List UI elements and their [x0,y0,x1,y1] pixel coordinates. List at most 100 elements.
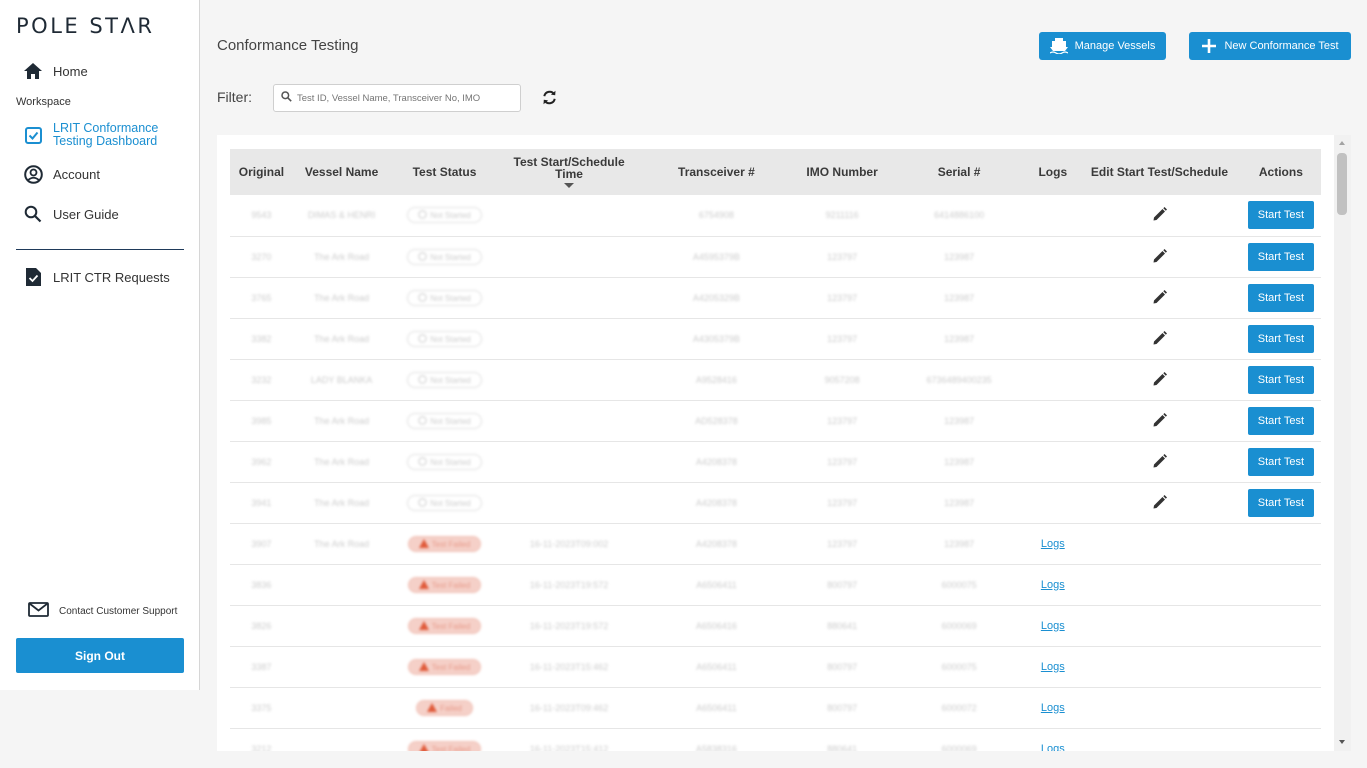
start-test-button[interactable]: Start Test [1247,283,1314,312]
cell-test-status: Not Started [390,195,499,237]
cell-serial: 123987 [890,523,1028,565]
col-serial[interactable]: Serial # [891,149,1028,195]
workspace-section-label: Workspace [16,96,71,108]
cell-serial: 6000075 [890,564,1028,606]
col-imo-number[interactable]: IMO Number [793,149,891,195]
table-row: 3387 Test Failed 16-11-2023T15:462 A6506411… [230,646,1321,688]
cell-test-time [498,441,640,483]
cell-vessel-name: The Ark Road [292,277,391,319]
cell-test-status: Not Started [390,236,499,278]
search-icon [281,89,292,107]
start-test-button[interactable]: Start Test [1247,242,1314,271]
sign-out-button[interactable]: Sign Out [16,638,184,673]
manage-vessels-button[interactable]: Manage Vessels [1039,32,1166,60]
start-test-button[interactable]: Start Test [1247,201,1314,230]
cell-transceiver: A4208378 [639,523,794,565]
pencil-icon[interactable] [1152,453,1168,471]
cell-serial: 123987 [890,318,1028,360]
pencil-icon[interactable] [1152,207,1168,224]
logs-link[interactable]: Logs [1041,538,1065,550]
col-transceiver[interactable]: Transceiver # [640,149,794,195]
cell-transceiver: A6506411 [639,564,794,606]
checkbox-icon [22,124,44,146]
logs-link[interactable]: Logs [1041,579,1065,591]
start-test-button[interactable]: Start Test [1247,365,1314,394]
scroll-thumb[interactable] [1337,153,1347,215]
cell-test-status: Not Started [390,400,499,442]
cell-test-status: Failed [390,687,499,729]
scroll-down-arrow-icon[interactable] [1339,740,1345,744]
tests-table-card: Original Vessel Name Test Status Test St… [217,135,1351,751]
conformance-tests-table: Original Vessel Name Test Status Test St… [230,149,1321,751]
pole-star-logo[interactable]: POLE STΛR [16,14,154,38]
table-scrollbar[interactable] [1334,135,1351,751]
pencil-icon[interactable] [1152,248,1168,266]
col-edit-start[interactable]: Edit Start Test/Schedule [1078,149,1241,195]
new-conformance-test-button[interactable]: New Conformance Test [1189,32,1351,60]
table-row: 3382 The Ark Road Not Started A4305379B 1237… [230,318,1321,360]
start-test-button[interactable]: Start Test [1247,406,1314,435]
cell-edit [1078,236,1241,278]
col-vessel-name[interactable]: Vessel Name [293,149,391,195]
cell-original: 3836 [230,564,293,606]
status-badge: Failed [416,699,473,716]
cell-vessel-name [292,687,391,729]
logs-link[interactable]: Logs [1041,661,1065,673]
nav-account[interactable]: Account [22,163,100,185]
col-test-status[interactable]: Test Status [390,149,498,195]
contact-support-link[interactable]: Contact Customer Support [28,602,177,620]
logs-link[interactable]: Logs [1041,702,1065,714]
start-test-button[interactable]: Start Test [1247,488,1314,517]
cell-original: 3962 [230,441,293,483]
account-icon [22,163,44,185]
cell-actions: Start Test [1240,318,1321,360]
cell-serial: 123987 [890,277,1028,319]
cell-edit [1078,482,1241,524]
cell-edit [1078,564,1241,606]
logs-link[interactable]: Logs [1041,743,1065,752]
cell-imo: 800797 [793,687,891,729]
col-actions[interactable]: Actions [1241,149,1321,195]
status-badge: Not Started [407,289,482,306]
table-row: 3232 LADY BLANKA Not Started A9528416 905720… [230,359,1321,401]
cell-original: 3375 [230,687,293,729]
cell-test-time: 16-11-2023T09:462 [498,687,640,729]
cell-serial: 123987 [890,400,1028,442]
cell-serial: 6414886100 [890,195,1028,237]
logs-link[interactable]: Logs [1041,620,1065,632]
scroll-up-arrow-icon[interactable] [1339,141,1345,145]
cell-transceiver: A6506411 [639,646,794,688]
cell-transceiver: A6506411 [639,687,794,729]
filter-input[interactable] [297,92,517,104]
cell-test-time [498,318,640,360]
cell-transceiver: A4205329B [639,277,794,319]
nav-conformance-dashboard[interactable]: LRIT Conformance Testing Dashboard [22,122,158,148]
cell-imo: 123797 [793,482,891,524]
status-badge: Not Started [407,412,482,429]
cell-actions [1240,687,1321,729]
col-test-start-time-label: Test Start/Schedule Time [513,155,625,181]
pencil-icon[interactable] [1152,412,1168,430]
pencil-icon[interactable] [1152,494,1168,512]
col-test-start-time[interactable]: Test Start/Schedule Time [499,149,640,195]
nav-ctr-requests[interactable]: LRIT CTR Requests [22,266,170,288]
pencil-icon[interactable] [1152,289,1168,307]
cell-imo: 880641 [793,605,891,647]
start-test-button[interactable]: Start Test [1247,324,1314,353]
contact-support-label: Contact Customer Support [59,605,178,617]
status-badge: Not Started [407,371,482,388]
refresh-icon[interactable] [542,90,557,110]
filter-field[interactable] [273,84,521,112]
cell-actions [1240,564,1321,606]
pencil-icon[interactable] [1152,371,1168,389]
cell-imo: 123797 [793,441,891,483]
col-logs[interactable]: Logs [1027,149,1078,195]
nav-user-guide[interactable]: User Guide [22,203,119,225]
start-test-button[interactable]: Start Test [1247,447,1314,476]
nav-home[interactable]: Home [22,60,88,82]
cell-serial: 6000069 [890,605,1028,647]
cell-actions: Start Test [1240,277,1321,319]
status-badge: Not Started [407,330,482,347]
pencil-icon[interactable] [1152,330,1168,348]
col-original[interactable]: Original [230,149,293,195]
